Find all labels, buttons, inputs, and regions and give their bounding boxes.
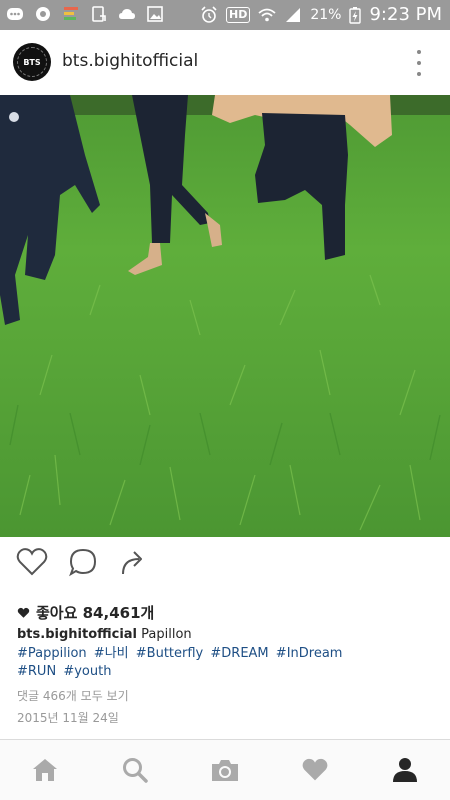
activity-icon[interactable]	[299, 754, 331, 786]
hashtags: #Pappilion #나비 #Butterfly #DREAM #InDrea…	[17, 645, 437, 681]
home-icon[interactable]	[29, 754, 61, 786]
caption-username[interactable]: bts.bighitofficial	[17, 627, 137, 642]
heart-small-icon	[17, 607, 30, 618]
caption-text: Papillon	[141, 627, 192, 642]
post-date: 2015년 11월 24일	[17, 711, 119, 725]
hashtag[interactable]: #Pappilion	[17, 646, 87, 661]
cloud-icon	[119, 9, 135, 19]
post-header: BTS bts.bighitofficial	[0, 30, 450, 94]
view-all-comments-link[interactable]: 댓글 466개 모두 보기	[17, 687, 129, 704]
likes-count[interactable]: 좋아요 84,461개	[17, 602, 154, 623]
signal-icon	[286, 8, 301, 22]
wifi-icon	[258, 8, 276, 22]
status-bar: HD 21% 9:23 PM	[0, 0, 450, 30]
avatar-logo: BTS	[17, 47, 47, 77]
hashtag[interactable]: #나비	[94, 646, 129, 661]
hashtag[interactable]: #DREAM	[210, 646, 268, 661]
comment-icon[interactable]	[66, 545, 100, 579]
hd-icon: HD	[226, 7, 251, 23]
post-actions	[0, 545, 450, 585]
more-options-icon[interactable]	[412, 50, 426, 76]
likes-label: 좋아요 84,461개	[36, 604, 155, 622]
clock: 9:23 PM	[369, 4, 442, 25]
share-icon[interactable]	[116, 545, 150, 579]
caption: bts.bighitofficial Papillon	[17, 627, 192, 642]
battery-percent: 21%	[310, 7, 342, 23]
avatar[interactable]: BTS	[13, 43, 51, 81]
hashtag[interactable]: #youth	[63, 664, 111, 679]
settings-icon	[36, 7, 50, 21]
profile-icon[interactable]	[389, 754, 421, 786]
hashtag[interactable]: #InDream	[276, 646, 343, 661]
battery-icon	[349, 7, 362, 24]
search-icon[interactable]	[119, 754, 151, 786]
hashtag[interactable]: #Butterfly	[136, 646, 203, 661]
image-icon	[147, 6, 163, 22]
like-icon[interactable]	[15, 545, 49, 579]
post-photo[interactable]	[0, 95, 450, 537]
post-username[interactable]: bts.bighitofficial	[62, 51, 198, 71]
photo-illustration	[0, 95, 450, 531]
hashtag[interactable]: #RUN	[17, 664, 56, 679]
alarm-icon	[201, 6, 217, 23]
messenger-icon	[7, 8, 23, 20]
stocks-icon	[64, 7, 78, 20]
screen-icon	[92, 6, 106, 22]
bottom-nav	[0, 739, 450, 800]
camera-icon[interactable]	[209, 754, 241, 786]
